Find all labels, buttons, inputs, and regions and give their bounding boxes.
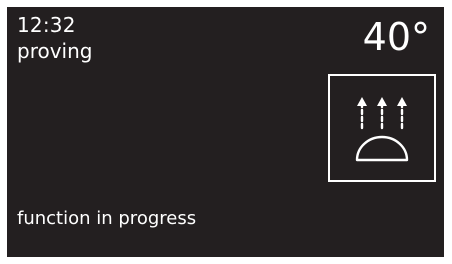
proving-dough-icon bbox=[355, 97, 409, 162]
cooking-mode-label: proving bbox=[17, 39, 93, 63]
status-message: function in progress bbox=[17, 208, 197, 229]
oven-display: 12:32 proving 40° function in progress bbox=[7, 7, 444, 257]
proving-mode-icon-box bbox=[328, 74, 436, 182]
temperature-readout: 40° bbox=[362, 15, 430, 59]
clock-time: 12:32 bbox=[17, 13, 76, 37]
